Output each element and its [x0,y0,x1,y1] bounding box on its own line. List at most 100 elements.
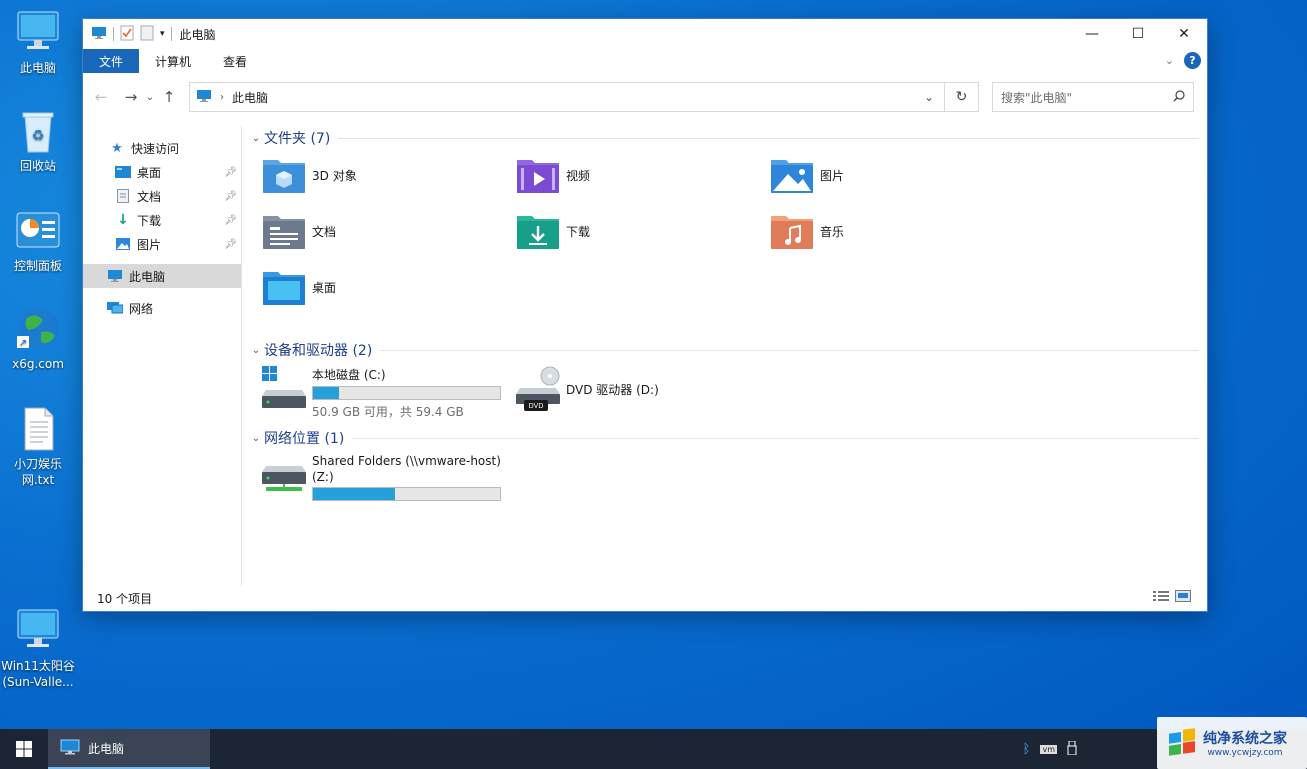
collapse-chevron-icon: ⌄ [251,432,261,444]
usb-icon[interactable] [1067,740,1077,758]
divider [338,137,1199,139]
pin-icon[interactable]: 📌︎ [224,239,237,250]
properties-icon[interactable] [120,25,134,44]
pane-divider[interactable] [241,126,242,586]
separator [170,27,172,41]
tab-computer[interactable]: 计算机 [139,49,207,73]
status-item-count: 10 个项目 [97,592,153,606]
window-controls: — ☐ ✕ [1069,19,1207,49]
maximize-button[interactable]: ☐ [1115,19,1161,49]
folder-item-desktop[interactable]: 桌面 [262,268,336,306]
address-row: ← → ⌄ ↑ › 此电脑 ⌄ ↻ 搜索"此电脑" [83,82,1207,112]
windows-drive-icon [262,366,308,412]
nav-this-pc[interactable]: 此电脑 [83,264,241,288]
documents-icon [115,189,131,203]
folder-item-downloads[interactable]: 下载 [516,212,590,250]
details-view-icon[interactable] [1153,590,1169,605]
bluetooth-icon[interactable]: ᛒ [1023,742,1031,757]
drive-usage-bar [312,487,501,501]
svg-text:↗: ↗ [19,338,27,349]
drive-item-c[interactable]: 本地磁盘 (C:) 50.9 GB 可用，共 59.4 GB [262,366,501,420]
drive-usage-fill [313,387,340,399]
up-button[interactable]: ↑ [157,88,181,106]
group-header-folders[interactable]: ⌄ 文件夹 (7) [248,126,1199,150]
svg-text:DVD: DVD [529,403,544,410]
drive-label: DVD 驱动器 (D:) [566,382,659,397]
folder-item-3d-objects[interactable]: 3D 对象 [262,156,357,194]
drive-free-text: 50.9 GB 可用，共 59.4 GB [312,405,464,419]
search-input[interactable]: 搜索"此电脑" [992,82,1194,112]
folder-item-videos[interactable]: 视频 [516,156,590,194]
group-header-drives[interactable]: ⌄ 设备和驱动器 (2) [248,338,1199,362]
drives-grid: 本地磁盘 (C:) 50.9 GB 可用，共 59.4 GB DVD DVD 驱… [248,362,1199,426]
customize-qa-icon[interactable]: ▾ [160,29,165,39]
large-icons-view-icon[interactable] [1175,590,1191,605]
documents-folder-icon [262,212,306,250]
breadcrumb[interactable]: 此电脑 [232,89,268,106]
tab-file[interactable]: 文件 [83,49,140,73]
address-bar[interactable]: › 此电脑 ⌄ [189,82,945,112]
search-placeholder: 搜索"此电脑" [1001,90,1073,105]
monitor-icon [15,10,61,56]
navigation-pane: ★ 快速访问 桌面 📌︎ 文档 📌︎ ↓ 下载 📌︎ 图片 📌︎ 此电脑 网络 [83,126,241,586]
nav-network[interactable]: 网络 [83,296,241,320]
divider [380,349,1199,351]
breadcrumb-chevron-icon[interactable]: › [220,92,224,103]
pin-icon[interactable]: 📌︎ [224,191,237,202]
folder-item-documents[interactable]: 文档 [262,212,336,250]
network-drive-icon [262,460,308,506]
nav-item-downloads[interactable]: ↓ 下载 📌︎ [83,208,241,232]
network-icon [107,301,123,315]
expand-ribbon-icon[interactable]: ⌄ [1165,54,1174,67]
watermark-title: 纯净系统之家 [1203,731,1287,747]
pin-icon[interactable]: 📌︎ [224,167,237,178]
drive-item-dvd[interactable]: DVD DVD 驱动器 (D:) [516,366,659,412]
drive-label: 本地磁盘 (C:) [312,368,386,382]
close-button[interactable]: ✕ [1161,19,1207,49]
monitor-icon [60,739,80,758]
start-button[interactable] [0,729,48,769]
nav-item-pictures[interactable]: 图片 📌︎ [83,232,241,256]
vmware-icon[interactable]: vm [1040,744,1057,754]
pc-small-icon [196,89,212,106]
taskbar-app-this-pc[interactable]: 此电脑 [48,729,210,769]
recent-locations-button[interactable]: ⌄ [143,92,157,103]
back-button[interactable]: ← [89,88,113,106]
window-title: 此电脑 [179,27,216,42]
monitor-icon [15,608,61,654]
folder-item-pictures[interactable]: 图片 [770,156,844,194]
star-icon: ★ [111,140,123,156]
pin-icon[interactable]: 📌︎ [224,215,237,226]
explorer-window: ▾ 此电脑 — ☐ ✕ 文件 计算机 查看 ⌄ ? ← → ⌄ ↑ › 此电脑 … [83,19,1207,611]
collapse-chevron-icon: ⌄ [251,344,261,356]
new-folder-icon[interactable] [140,25,154,44]
desktop-icon-recycle-bin[interactable]: ♻ 回收站 [0,108,76,174]
taskbar: 此电脑 ᛒ vm [0,729,1307,769]
desktop-icon-text-file[interactable]: 小刀娱乐网.txt [0,406,76,488]
drive-letter: (Z:) [312,470,334,484]
pc-small-icon [107,269,123,283]
minimize-button[interactable]: — [1069,19,1115,49]
desktop-icon-win11[interactable]: Win11太阳谷(Sun-Valle... [0,608,76,690]
tab-view[interactable]: 查看 [207,49,263,73]
desktop-icon [115,165,131,179]
globe-shortcut-icon: ↗ [15,306,61,352]
network-drive-item-z[interactable]: Shared Folders (\\vmware-host) (Z:) [262,454,501,506]
nav-quick-access[interactable]: ★ 快速访问 [83,136,241,160]
folder-item-music[interactable]: 音乐 [770,212,844,250]
nav-item-documents[interactable]: 文档 📌︎ [83,184,241,208]
ribbon-tabs: 文件 计算机 查看 ⌄ ? [83,49,1207,73]
desktop-icon-control-panel[interactable]: 控制面板 [0,208,76,274]
refresh-button[interactable]: ↻ [945,82,979,112]
desktop-icon-this-pc[interactable]: 此电脑 [0,10,76,76]
drive-usage-bar [312,386,501,400]
folders-grid: 3D 对象 视频 图片 文档 下载 音乐 桌面 [248,150,1199,318]
forward-button[interactable]: → [119,88,143,106]
nav-item-desktop[interactable]: 桌面 📌︎ [83,160,241,184]
view-buttons [1153,590,1191,605]
desktop-icon-x6g[interactable]: ↗ x6g.com [0,306,76,372]
help-icon[interactable]: ? [1184,52,1201,69]
address-dropdown-button[interactable]: ⌄ [924,90,934,104]
group-header-network[interactable]: ⌄ 网络位置 (1) [248,426,1199,450]
title-bar: ▾ 此电脑 — ☐ ✕ [83,19,1207,49]
